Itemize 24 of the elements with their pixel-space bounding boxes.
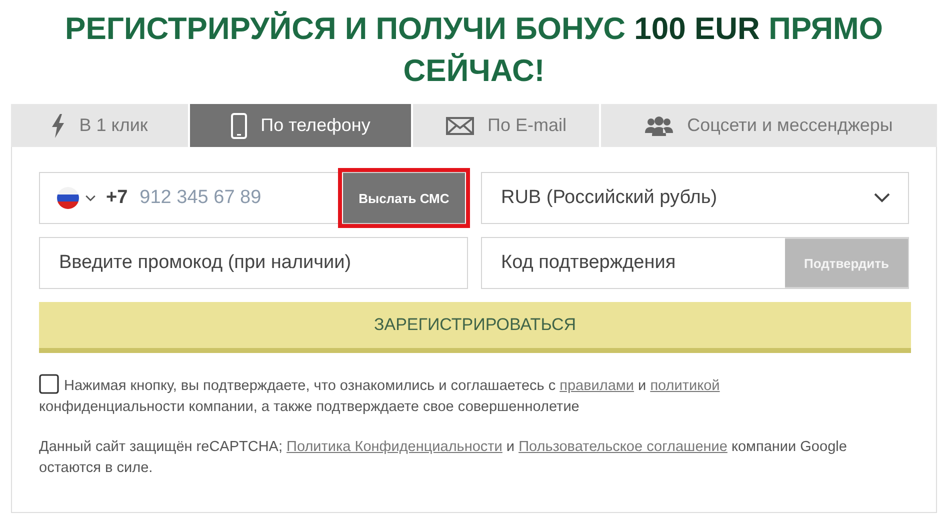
phone-icon — [230, 112, 247, 138]
promo-code-field[interactable]: Введите промокод (при наличии) — [39, 237, 468, 289]
tab[interactable]: Соцсети и мессенджеры — [601, 104, 937, 147]
tab[interactable]: По телефону — [190, 104, 411, 147]
envelope-icon — [446, 116, 474, 134]
link[interactable]: Пользовательское соглашение — [518, 439, 728, 455]
currency-select[interactable]: RUB (Российский рубль) — [480, 172, 909, 224]
agreement-text: Нажимая кнопку, вы подтверждаете, что ознакомились и соглашаетесь с правилами и политикой конфиденциальности компании, а также подтверждаете свое совершеннолетие — [39, 374, 809, 418]
tab[interactable]: По E-mail — [413, 104, 599, 147]
tab[interactable]: В 1 клик — [11, 104, 188, 147]
link[interactable]: политикой — [650, 378, 720, 394]
register-button[interactable]: ЗАРЕГИСТРИРОВАТЬСЯ — [39, 302, 911, 353]
recaptcha-notice: Данный сайт защищён reCAPTCHA; Политика Конфиденциальности и Пользовательское соглашение компании Google остаются в силе. — [39, 438, 848, 478]
chevron-icon — [874, 193, 890, 203]
link[interactable]: Политика Конфиденциальности — [286, 439, 502, 455]
checkbox[interactable] — [39, 374, 59, 394]
lightning-icon — [51, 114, 66, 138]
country-code: +7 — [106, 187, 128, 209]
link[interactable]: правилами — [560, 378, 634, 394]
headline: РЕГИСТРИРУЙСЯ И ПОЛУЧИ БОНУС 100 EUR ПРЯМО СЕЙЧАС! — [64, 10, 884, 90]
flag-icon — [57, 187, 79, 209]
users-icon — [645, 116, 674, 136]
send-sms-button[interactable]: Выслать СМС — [342, 173, 465, 223]
chevron-icon[interactable] — [85, 194, 96, 202]
